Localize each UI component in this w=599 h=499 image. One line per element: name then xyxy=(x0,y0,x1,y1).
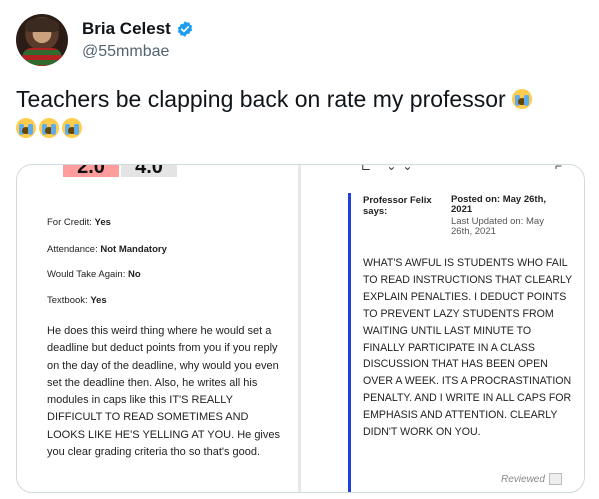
avatar-sweater-shape xyxy=(22,48,62,66)
tweet-text: Teachers be clapping back on rate my pro… xyxy=(16,85,586,143)
field-textbook: Textbook: Yes xyxy=(47,295,107,306)
professor-reply-label: Professor Felix says: xyxy=(363,195,432,217)
tweet-text-body: Teachers be clapping back on rate my pro… xyxy=(16,86,506,112)
field-value: No xyxy=(127,269,141,280)
student-review-text: He does this weird thing where he would … xyxy=(47,325,280,459)
field-attendance: Attendance: Not Mandatory xyxy=(47,244,167,255)
loudly-crying-face-icon xyxy=(39,118,59,138)
field-value: Yes xyxy=(94,217,111,228)
avatar-hat-shape xyxy=(25,18,59,32)
quality-score: 2.0 xyxy=(63,165,119,177)
verified-badge-icon xyxy=(177,21,193,37)
field-would-take-again: Would Take Again: No xyxy=(47,269,141,280)
field-value: Yes xyxy=(90,295,107,306)
thumbs-icons-cropped: ⊏ ⌄⌄ xyxy=(361,165,419,173)
field-value: Not Mandatory xyxy=(100,244,167,255)
posted-date: Posted on: May 26th, 2021 xyxy=(451,194,547,215)
field-label: Would Take Again: xyxy=(47,269,128,280)
avatar[interactable] xyxy=(16,14,68,66)
review-screenshot-right[interactable]: ⊏ ⌄⌄ ⌐ Professor Felix says: Posted on: … xyxy=(301,165,584,492)
author-display-name[interactable]: Bria Celest xyxy=(82,19,171,39)
loudly-crying-face-icon xyxy=(62,118,82,138)
field-for-credit: For Credit: Yes xyxy=(47,217,111,228)
professor-reply-text: WHAT'S AWFUL IS STUDENTS WHO FAIL TO REA… xyxy=(363,257,572,439)
reply-accent-bar xyxy=(348,193,351,492)
reviewed-badge-icon xyxy=(548,473,562,485)
reviewed-status: Reviewed xyxy=(501,473,562,485)
author-name-row: Bria Celest xyxy=(82,19,194,39)
reviewed-label: Reviewed xyxy=(501,473,545,485)
loudly-crying-face-icon xyxy=(16,118,36,138)
field-label: Textbook: xyxy=(47,295,91,306)
review-screenshot-left[interactable]: 2.0 4.0 For Credit: Yes Attendance: Not … xyxy=(17,165,298,492)
updated-date: Last Updated on: May 26th, 2021 xyxy=(451,216,544,237)
author-handle[interactable]: @55mmbae xyxy=(82,43,169,61)
tweet-media[interactable]: 2.0 4.0 For Credit: Yes Attendance: Not … xyxy=(16,164,585,493)
field-label: For Credit: xyxy=(47,217,95,228)
loudly-crying-face-icon xyxy=(512,89,533,109)
flag-icon: ⌐ xyxy=(555,165,563,173)
difficulty-score: 4.0 xyxy=(121,165,177,177)
field-label: Attendance: xyxy=(47,244,101,255)
